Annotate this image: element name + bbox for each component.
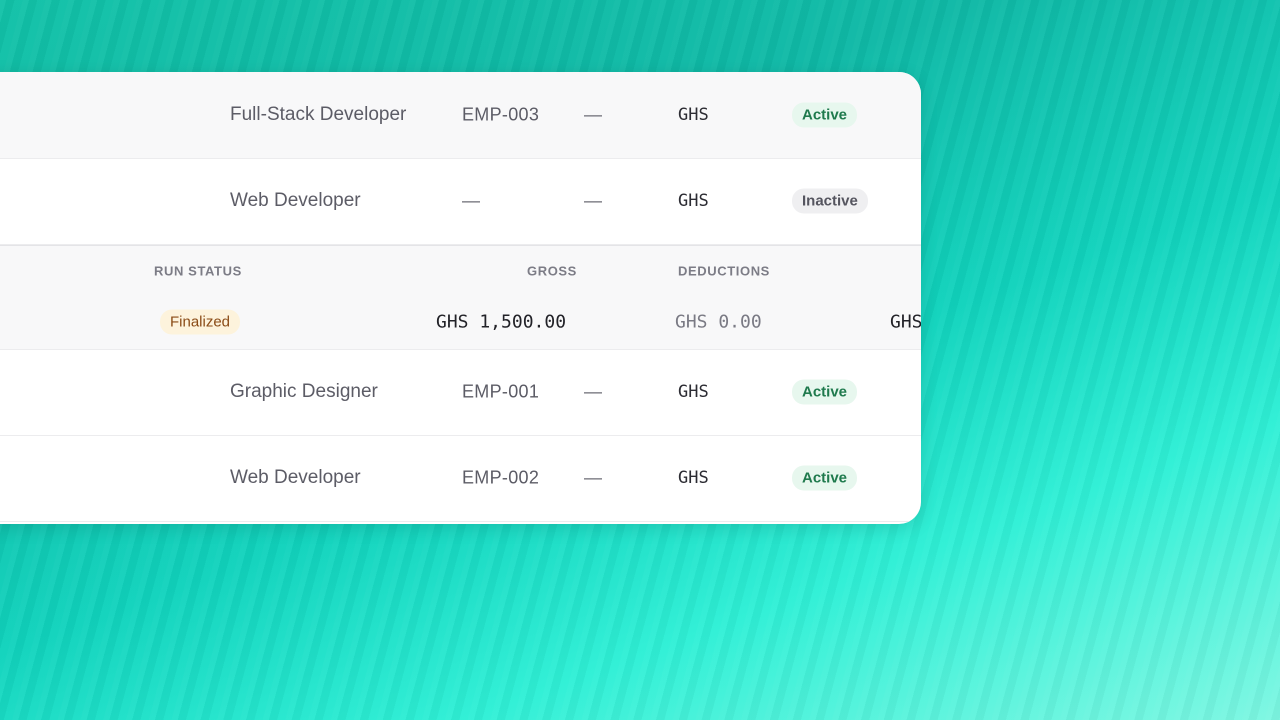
gross-amount: GHS 1,500.00 [436,311,567,333]
employee-code: EMP-002 [462,467,540,488]
empty-value: — [584,467,602,488]
employee-code: — [462,190,480,211]
job-title: Full-Stack Developer [230,104,407,125]
table-row[interactable]: Web Developer — — GHS Inactive [0,158,921,245]
payroll-row[interactable]: Finalized GHS 1,500.00 GHS 0.00 GHS [0,295,921,350]
currency: GHS [678,382,709,402]
run-status-header: RUN STATUS [154,263,242,278]
status-badge: Inactive [792,188,868,214]
table-row[interactable]: Full-Stack Developer EMP-003 — GHS Activ… [0,72,921,159]
job-title: Web Developer [230,190,361,211]
payroll-table-header: RUN STATUS GROSS DEDUCTIONS [0,245,921,296]
status-badge: Active [792,102,858,128]
job-title: Graphic Designer [230,381,378,402]
run-status-badge: Finalized [160,309,241,335]
empty-value: — [584,104,602,125]
net-amount-partial: GHS [890,311,921,333]
empty-value: — [584,190,602,211]
employee-code: EMP-001 [462,381,540,402]
currency: GHS [678,191,709,211]
table-row[interactable]: Web Developer EMP-002 — GHS Active [0,435,921,522]
employee-code: EMP-003 [462,104,540,125]
currency: GHS [678,468,709,488]
data-table-card: Full-Stack Developer EMP-003 — GHS Activ… [0,72,921,524]
status-badge: Active [792,379,858,405]
job-title: Web Developer [230,467,361,488]
deductions-amount: GHS 0.00 [675,311,762,333]
currency: GHS [678,105,709,125]
deductions-header: DEDUCTIONS [678,263,770,278]
status-badge: Active [792,465,858,491]
empty-value: — [584,381,602,402]
gross-header: GROSS [527,263,577,278]
table-row[interactable]: Graphic Designer EMP-001 — GHS Active [0,349,921,436]
